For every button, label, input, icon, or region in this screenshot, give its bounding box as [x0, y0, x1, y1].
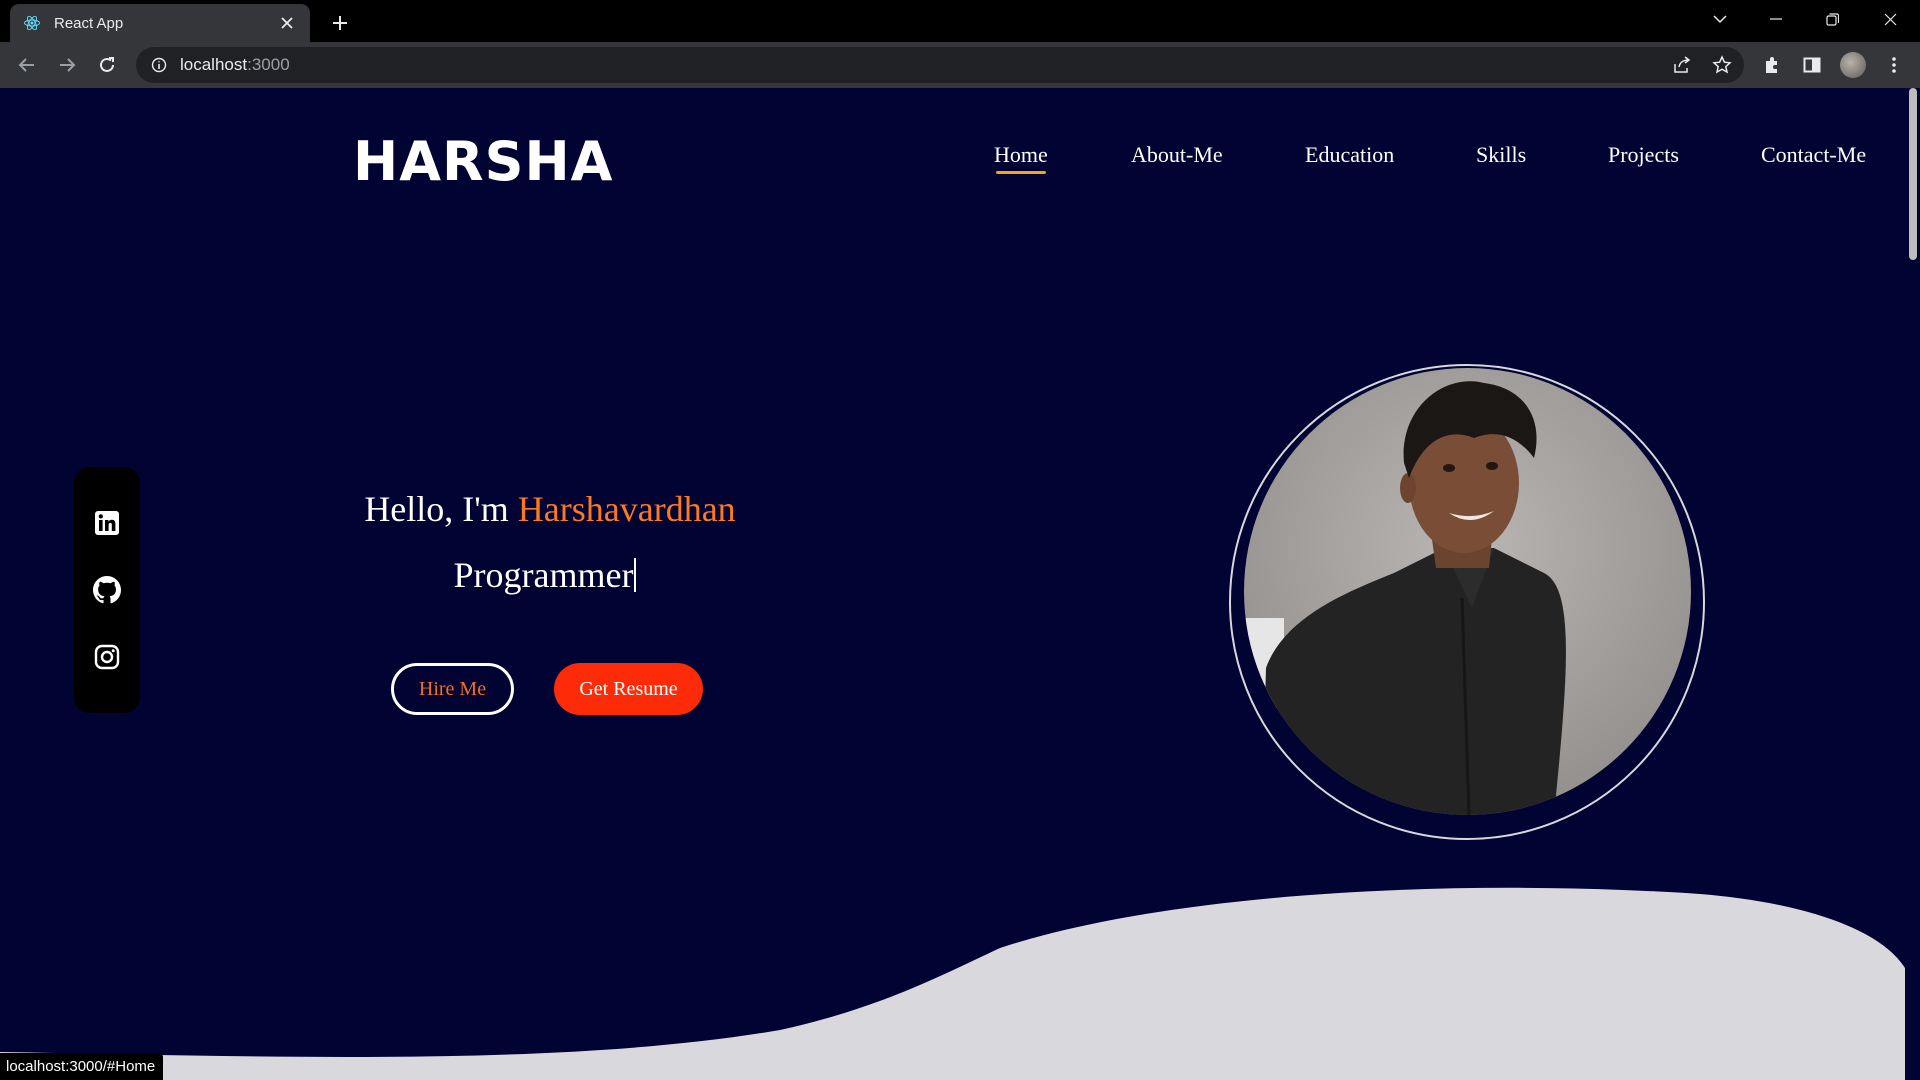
nav-contact-me[interactable]: Contact-Me [1761, 142, 1866, 168]
browser-toolbar: localhost:3000 [0, 42, 1920, 88]
menu-kebab-icon[interactable] [1878, 49, 1910, 81]
back-icon[interactable] [11, 49, 43, 81]
extensions-icon[interactable] [1756, 49, 1788, 81]
page-scrollbar[interactable] [1905, 88, 1920, 1080]
github-icon[interactable] [92, 575, 122, 605]
tab-close-icon[interactable] [276, 12, 298, 34]
tab-title: React App [54, 14, 124, 32]
nav-about-me[interactable]: About-Me [1131, 142, 1223, 168]
forward-icon[interactable] [51, 49, 83, 81]
close-window-icon[interactable] [1862, 0, 1918, 38]
scrollbar-thumb[interactable] [1909, 88, 1917, 260]
greeting-name: Harshavardhan [517, 489, 736, 529]
site-info-icon[interactable] [150, 56, 168, 74]
url-text: localhost:3000 [180, 55, 290, 75]
tab-search-icon[interactable] [1692, 0, 1748, 38]
nav-home[interactable]: Home [994, 142, 1048, 174]
nav-education[interactable]: Education [1305, 142, 1394, 168]
bookmark-star-icon[interactable] [1707, 47, 1737, 83]
hero-greeting: Hello, I'm Harshavardhan [300, 488, 800, 530]
minimize-icon[interactable] [1748, 0, 1804, 38]
status-bar-url: localhost:3000/#Home [0, 1053, 164, 1080]
linkedin-icon[interactable] [92, 508, 122, 538]
social-links-bar [74, 467, 140, 713]
typing-caret [634, 558, 637, 592]
nav-projects[interactable]: Projects [1608, 142, 1679, 168]
side-panel-icon[interactable] [1796, 49, 1828, 81]
page-content: HARSHA Home About-Me Education Skills Pr… [0, 88, 1920, 1080]
browser-tab-bar: React App [0, 0, 1920, 42]
address-bar[interactable]: localhost:3000 [136, 47, 1744, 83]
site-logo[interactable]: HARSHA [353, 130, 613, 193]
url-host: localhost [180, 55, 248, 74]
reload-icon[interactable] [91, 49, 123, 81]
profile-avatar[interactable] [1837, 49, 1869, 81]
restore-icon[interactable] [1804, 0, 1860, 38]
react-favicon-icon [22, 13, 42, 33]
typed-role-text: Programmer [300, 554, 790, 596]
new-tab-button[interactable] [325, 8, 355, 38]
url-port: :3000 [247, 55, 290, 74]
instagram-icon[interactable] [92, 642, 122, 672]
share-icon[interactable] [1667, 47, 1697, 83]
hire-me-button[interactable]: Hire Me [391, 663, 514, 715]
nav-skills[interactable]: Skills [1476, 142, 1526, 168]
avatar [1840, 52, 1866, 78]
typed-role: Programmer [453, 555, 634, 595]
profile-photo [1244, 368, 1691, 815]
browser-tab[interactable]: React App [10, 4, 310, 42]
get-resume-button[interactable]: Get Resume [554, 663, 703, 715]
greeting-prefix: Hello, I'm [364, 489, 518, 529]
